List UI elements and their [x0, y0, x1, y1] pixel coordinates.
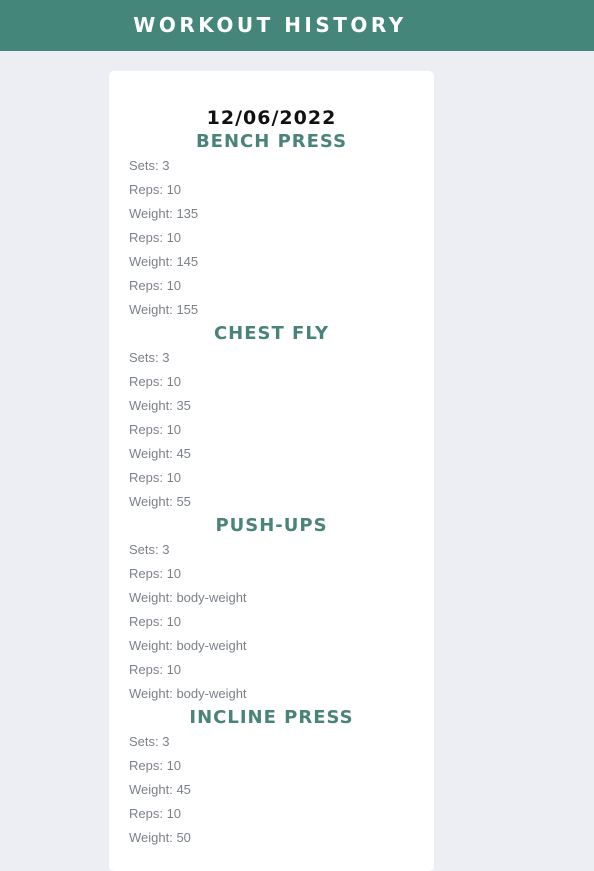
weight-row: Weight: 55 — [129, 494, 191, 509]
reps-row: Reps: 10 — [129, 374, 182, 389]
workout-date: 12/06/2022 — [206, 107, 337, 129]
weight-row: Weight: body-weight — [129, 638, 247, 653]
weight-row: Weight: body-weight — [129, 590, 247, 605]
reps-row: Reps: 10 — [129, 470, 182, 485]
sets-row: Sets: 3 — [129, 350, 170, 365]
weight-row: Weight: 155 — [129, 302, 199, 317]
weight-row: Weight: 50 — [129, 830, 191, 845]
exercise-chest-fly: CHEST FLY Sets: 3 Reps: 10 Weight: 35 Re… — [109, 322, 434, 514]
weight-row: Weight: body-weight — [129, 686, 247, 701]
page-title: WORKOUT HISTORY — [133, 13, 407, 37]
exercise-title: PUSH-UPS — [215, 515, 328, 536]
sets-row: Sets: 3 — [129, 734, 170, 749]
sets-row: Sets: 3 — [129, 158, 170, 173]
weight-row: Weight: 135 — [129, 206, 199, 221]
exercise-bench-press: BENCH PRESS Sets: 3 Reps: 10 Weight: 135… — [109, 130, 434, 322]
reps-row: Reps: 10 — [129, 806, 182, 821]
reps-row: Reps: 10 — [129, 278, 182, 293]
reps-row: Reps: 10 — [129, 662, 182, 677]
reps-row: Reps: 10 — [129, 182, 182, 197]
exercise-incline-press: INCLINE PRESS Sets: 3 Reps: 10 Weight: 4… — [109, 706, 434, 850]
reps-row: Reps: 10 — [129, 230, 182, 245]
exercise-title: CHEST FLY — [213, 323, 330, 344]
reps-row: Reps: 10 — [129, 758, 182, 773]
reps-row: Reps: 10 — [129, 422, 182, 437]
weight-row: Weight: 45 — [129, 782, 191, 797]
workout-card: 12/06/2022 BENCH PRESS Sets: 3 Reps: 10 … — [109, 71, 434, 871]
exercise-title: INCLINE PRESS — [189, 707, 354, 728]
weight-row: Weight: 45 — [129, 446, 191, 461]
reps-row: Reps: 10 — [129, 614, 182, 629]
exercise-title: BENCH PRESS — [195, 131, 348, 152]
weight-row: Weight: 145 — [129, 254, 199, 269]
weight-row: Weight: 35 — [129, 398, 191, 413]
exercise-push-ups: PUSH-UPS Sets: 3 Reps: 10 Weight: body-w… — [109, 514, 434, 706]
app-header: WORKOUT HISTORY — [0, 0, 594, 51]
reps-row: Reps: 10 — [129, 566, 182, 581]
sets-row: Sets: 3 — [129, 542, 170, 557]
